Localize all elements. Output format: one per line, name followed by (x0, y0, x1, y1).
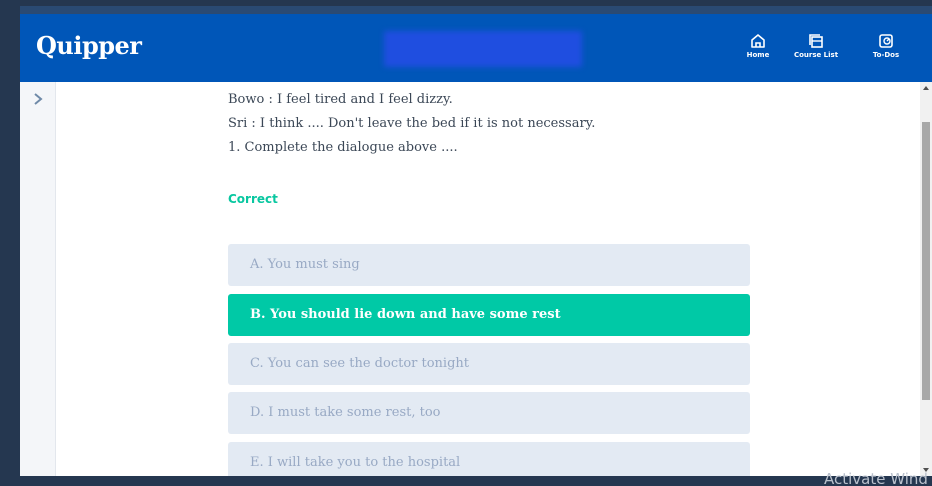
app-frame: Quipper Home Course List To-Dos Bowo: I… (20, 14, 932, 476)
option-a[interactable]: A. You must sing (228, 244, 750, 286)
scroll-up-icon[interactable] (923, 86, 929, 90)
nav-home[interactable]: Home (734, 32, 782, 59)
question-content: Bowo : I feel tired and I feel dizzy. Sr… (56, 82, 920, 476)
option-d[interactable]: D. I must take some rest, too (228, 392, 750, 434)
quipper-logo[interactable]: Quipper (36, 31, 142, 60)
dialogue-line-1: Bowo : I feel tired and I feel dizzy. (228, 92, 453, 107)
nav-home-label: Home (746, 51, 770, 59)
option-b[interactable]: B. You should lie down and have some res… (228, 294, 750, 336)
top-header: Quipper Home Course List To-Dos (20, 14, 932, 82)
nav-course-list-label: Course List (793, 51, 839, 59)
blurred-region (384, 31, 582, 67)
chevron-right-icon[interactable] (33, 92, 43, 106)
question-prompt: 1. Complete the dialogue above .... (228, 140, 458, 155)
result-label: Correct (228, 192, 278, 206)
collapsed-sidebar (20, 82, 56, 476)
option-e[interactable]: E. I will take you to the hospital (228, 442, 750, 476)
activate-windows-watermark: Activate Wind (824, 470, 928, 486)
course-list-icon (809, 34, 823, 48)
dialogue-line-2: Sri : I think .... Don't leave the bed i… (228, 116, 596, 131)
scrollbar-thumb[interactable] (922, 122, 930, 400)
home-icon (751, 34, 765, 48)
nav-todos[interactable]: To-Dos (862, 32, 910, 59)
vertical-scrollbar[interactable] (920, 82, 932, 476)
option-c[interactable]: C. You can see the doctor tonight (228, 343, 750, 385)
window-top-strip (20, 6, 932, 14)
nav-course-list[interactable]: Course List (792, 32, 840, 59)
todo-icon (879, 34, 893, 48)
nav-todos-label: To-Dos (872, 51, 900, 59)
